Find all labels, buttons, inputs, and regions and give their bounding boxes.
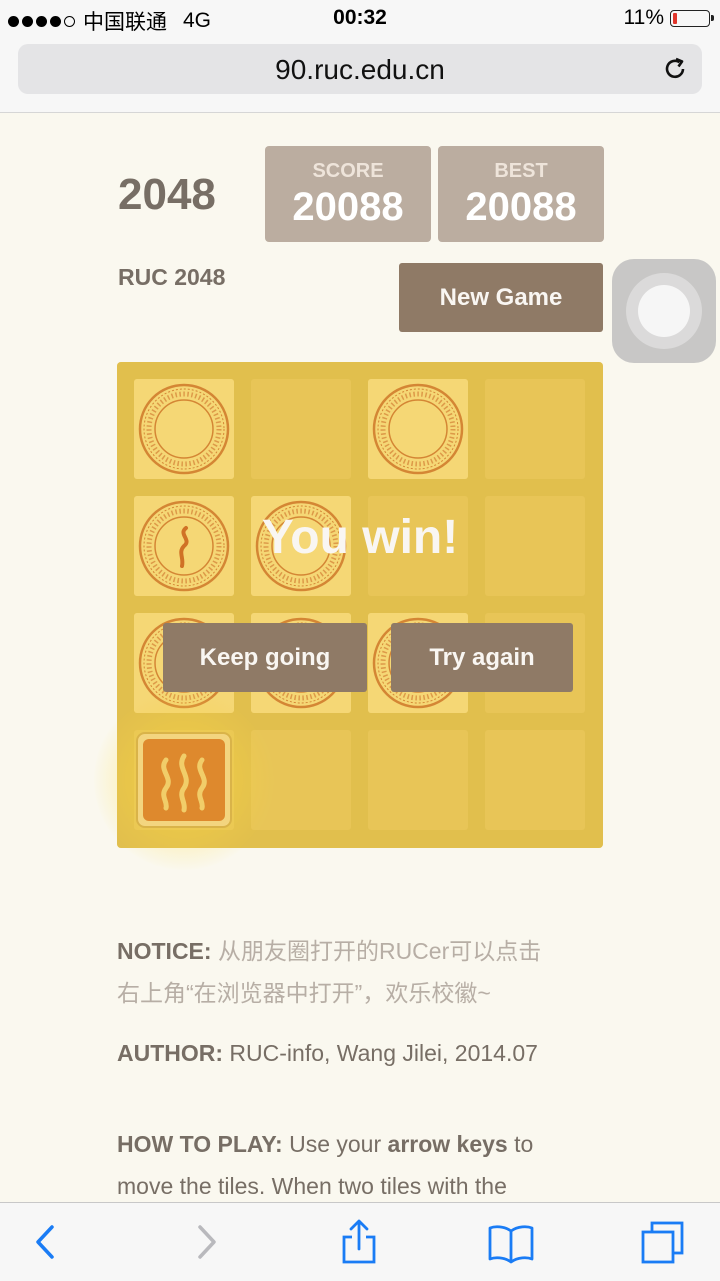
browser-toolbar bbox=[0, 1202, 720, 1281]
author-paragraph: AUTHOR: RUC-info, Wang Jilei, 2014.07 bbox=[117, 1032, 603, 1074]
best-value: 20088 bbox=[465, 185, 577, 229]
battery-icon bbox=[670, 9, 714, 27]
try-again-button[interactable]: Try again bbox=[391, 623, 573, 692]
how-to-play-label: HOW TO PLAY: bbox=[117, 1131, 283, 1157]
status-bar: 中国联通 4G 00:32 11% bbox=[0, 0, 720, 36]
best-score-box: BEST 20088 bbox=[438, 146, 604, 242]
battery-level bbox=[673, 12, 677, 24]
author-label: AUTHOR: bbox=[117, 1040, 224, 1066]
bookmarks-icon[interactable] bbox=[486, 1217, 536, 1267]
how-to-play-paragraph: HOW TO PLAY: Use your arrow keys to move… bbox=[117, 1123, 603, 1207]
game-subtitle: RUC 2048 bbox=[118, 264, 226, 290]
browser-address-area: 90.ruc.edu.cn bbox=[0, 36, 720, 113]
keep-going-button[interactable]: Keep going bbox=[163, 623, 367, 692]
assistive-touch-button[interactable] bbox=[612, 259, 716, 363]
address-bar[interactable]: 90.ruc.edu.cn bbox=[18, 44, 702, 94]
forward-icon bbox=[198, 1225, 216, 1259]
share-icon[interactable] bbox=[334, 1217, 384, 1267]
new-game-button[interactable]: New Game bbox=[399, 263, 603, 332]
notice-text-line1: 从朋友圈打开的RUCer可以点击 bbox=[211, 938, 542, 964]
battery-percent: 11% bbox=[623, 6, 664, 29]
status-right: 11% bbox=[623, 6, 714, 30]
reload-icon[interactable] bbox=[660, 54, 690, 84]
arrow-keys-text: arrow keys bbox=[387, 1131, 508, 1157]
score-label: SCORE bbox=[312, 160, 384, 182]
notice-label: NOTICE: bbox=[117, 938, 212, 964]
author-text: RUC-info, Wang Jilei, 2014.07 bbox=[223, 1040, 538, 1066]
how-to-play-line2: move the tiles. When two tiles with the bbox=[117, 1173, 507, 1199]
notice-paragraph: NOTICE: 从朋友圈打开的RUCer可以点击 右上角“在浏览器中打开”，欢乐… bbox=[117, 930, 603, 1014]
score-value: 20088 bbox=[292, 185, 404, 229]
how-to-play-text-a: Use your bbox=[282, 1131, 388, 1157]
notice-text-line2: 右上角“在浏览器中打开”，欢乐校徽~ bbox=[117, 980, 491, 1006]
game-title: 2048 bbox=[118, 170, 216, 219]
tabs-icon[interactable] bbox=[638, 1217, 688, 1267]
win-overlay: You win! Keep going Try again bbox=[117, 362, 603, 848]
back-icon[interactable] bbox=[22, 1217, 72, 1267]
game-board[interactable]: You win! Keep going Try again bbox=[94, 362, 603, 870]
how-to-play-text-b: to bbox=[507, 1131, 534, 1157]
score-box: SCORE 20088 bbox=[265, 146, 431, 242]
best-label: BEST bbox=[494, 160, 548, 182]
url-text[interactable]: 90.ruc.edu.cn bbox=[18, 54, 702, 86]
clock: 00:32 bbox=[333, 6, 387, 29]
win-message: You win! bbox=[261, 511, 459, 564]
